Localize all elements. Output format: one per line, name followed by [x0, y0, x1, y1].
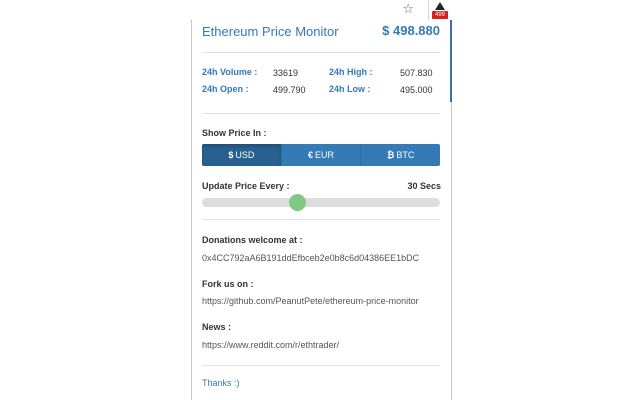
high-value: 507.830	[400, 68, 433, 78]
open-label: 24h Open :	[202, 84, 249, 94]
usd-label: USD	[235, 150, 255, 160]
eur-label: EUR	[315, 150, 335, 160]
usd-button[interactable]: $ USD	[202, 144, 281, 166]
browser-viewport: ☆ 499 Ethereum Price Monitor $ 498.880 2…	[0, 0, 640, 400]
address-bar[interactable]: ☆	[190, 0, 429, 20]
slider-thumb[interactable]	[289, 194, 307, 211]
divider	[202, 219, 440, 220]
btc-button[interactable]: ₿ BTC	[360, 144, 440, 166]
low-value: 495.000	[400, 85, 433, 95]
low-label: 24h Low :	[329, 84, 371, 94]
donation-address: 0x4CC792aA6B191ddEfbceb2e0b8c6d04386EE1b…	[202, 253, 420, 263]
volume-value: 33619	[273, 68, 299, 78]
ethereum-extension-button[interactable]: 499	[432, 1, 448, 19]
popup-header: Ethereum Price Monitor $ 498.880	[202, 20, 440, 53]
high-label: 24h High :	[329, 67, 373, 77]
open-value: 499.790	[273, 85, 306, 95]
update-interval-slider[interactable]	[202, 194, 440, 211]
bookmark-star-icon[interactable]: ☆	[402, 2, 414, 18]
current-price: $ 498.880	[382, 23, 440, 38]
volume-label: 24h Volume :	[202, 67, 258, 77]
update-interval-value: 30 Secs	[407, 181, 441, 191]
popup-edge-accent	[450, 20, 452, 102]
reddit-link[interactable]: https://www.reddit.com/r/ethtrader/	[202, 340, 339, 350]
app-title: Ethereum Price Monitor	[202, 24, 339, 39]
euro-icon: €	[307, 150, 313, 160]
currency-button-group: $ USD € EUR ₿ BTC	[202, 144, 440, 166]
btc-label: BTC	[396, 150, 415, 160]
extension-popup: Ethereum Price Monitor $ 498.880 24h Vol…	[191, 20, 452, 400]
update-interval-label: Update Price Every :	[202, 181, 290, 191]
news-label: News :	[202, 322, 232, 332]
ethereum-icon	[435, 2, 445, 10]
eur-button[interactable]: € EUR	[280, 144, 361, 166]
fork-label: Fork us on :	[202, 279, 254, 289]
divider	[202, 365, 440, 366]
thanks-link[interactable]: Thanks :)	[202, 378, 240, 388]
show-price-label: Show Price In :	[202, 128, 267, 138]
donations-label: Donations welcome at :	[202, 235, 303, 245]
github-link[interactable]: https://github.com/PeanutPete/ethereum-p…	[202, 296, 419, 306]
bitcoin-icon: ₿	[387, 150, 395, 160]
extension-price-badge: 499	[432, 11, 448, 19]
divider	[202, 113, 440, 114]
browser-toolbar: ☆ 499	[190, 0, 450, 21]
dollar-icon: $	[228, 150, 234, 160]
